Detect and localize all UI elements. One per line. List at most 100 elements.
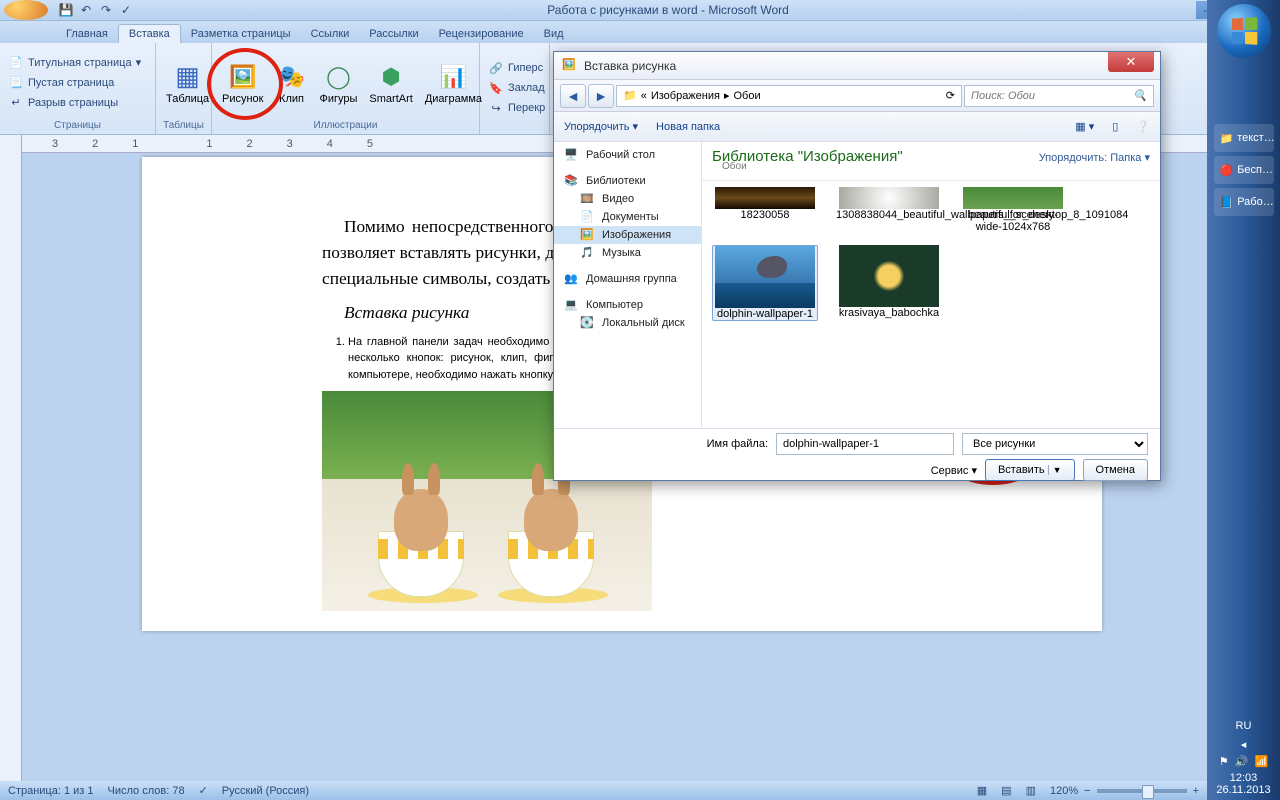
- images-icon: 🖼️: [580, 228, 596, 242]
- smartart-button[interactable]: ⬢SmartArt: [363, 59, 418, 107]
- picture-label: Рисунок: [222, 93, 264, 105]
- status-spellcheck-icon[interactable]: ✓: [199, 784, 208, 797]
- zoom-level[interactable]: 120%: [1050, 785, 1078, 797]
- video-icon: 🎞️: [580, 192, 596, 206]
- bookmark-icon: 🔖: [488, 80, 504, 96]
- sidebar-item-desktop[interactable]: 🖥️Рабочий стол: [554, 146, 701, 164]
- tab-review[interactable]: Рецензирование: [429, 25, 534, 43]
- status-page[interactable]: Страница: 1 из 1: [8, 785, 94, 797]
- bookmark-label: Заклад: [508, 82, 545, 94]
- cancel-button[interactable]: Отмена: [1083, 459, 1148, 481]
- tab-page-layout[interactable]: Разметка страницы: [181, 25, 301, 43]
- taskbar-item[interactable]: 🔴Бесп…: [1214, 156, 1274, 184]
- tab-mailings[interactable]: Рассылки: [359, 25, 428, 43]
- folder-icon: 📁: [623, 89, 637, 102]
- view-web-icon[interactable]: ▥: [1026, 784, 1036, 797]
- taskbar-item[interactable]: 📁текст…: [1214, 124, 1274, 152]
- taskbar-item[interactable]: 📘Рабо…: [1214, 188, 1274, 216]
- sidebar-item-video[interactable]: 🎞️Видео: [554, 190, 701, 208]
- crossref-icon: ↪: [488, 100, 504, 116]
- tab-references[interactable]: Ссылки: [301, 25, 360, 43]
- tab-home[interactable]: Главная: [56, 25, 118, 43]
- status-bar: Страница: 1 из 1 Число слов: 78 ✓ Русски…: [0, 781, 1207, 800]
- blank-page-button[interactable]: 📃Пустая страница: [4, 73, 145, 93]
- file-name: dolphin-wallpaper-1: [713, 308, 817, 320]
- bookmark-button[interactable]: 🔖 Заклад: [484, 78, 549, 98]
- refresh-icon[interactable]: ⟳: [946, 89, 955, 102]
- file-name: beautiful_scenery-wide-1024x768: [960, 209, 1066, 233]
- sidebar-item-homegroup[interactable]: 👥Домашняя группа: [554, 270, 701, 288]
- sidebar-item-documents[interactable]: 📄Документы: [554, 208, 701, 226]
- clip-label: Клип: [279, 93, 304, 105]
- sidebar-item-images[interactable]: 🖼️Изображения: [554, 226, 701, 244]
- search-input[interactable]: Поиск: Обои 🔍: [964, 85, 1154, 107]
- network-icon[interactable]: 📶: [1254, 755, 1268, 768]
- filename-input[interactable]: [776, 433, 954, 455]
- zoom-slider[interactable]: [1097, 789, 1187, 793]
- vertical-ruler: [0, 135, 22, 781]
- folder-icon: 📁: [1220, 132, 1234, 145]
- search-icon: 🔍: [1133, 89, 1147, 102]
- search-placeholder: Поиск: Обои: [971, 90, 1035, 102]
- zoom-in-button[interactable]: +: [1193, 785, 1199, 797]
- start-button[interactable]: [1217, 4, 1271, 58]
- nav-forward-button[interactable]: ►: [588, 84, 614, 108]
- picture-button[interactable]: 🖼️Рисунок: [216, 59, 270, 107]
- tools-dropdown[interactable]: Сервис ▾: [931, 464, 977, 477]
- flag-icon[interactable]: ⚑: [1219, 755, 1229, 768]
- qat-save-icon[interactable]: 💾: [58, 2, 74, 18]
- zoom-out-button[interactable]: −: [1084, 785, 1090, 797]
- tab-insert[interactable]: Вставка: [118, 24, 181, 43]
- blank-page-label: Пустая страница: [28, 77, 114, 89]
- sidebar-item-music[interactable]: 🎵Музыка: [554, 244, 701, 262]
- help-button[interactable]: ❔: [1136, 120, 1150, 133]
- language-indicator[interactable]: RU: [1216, 720, 1270, 732]
- tab-view[interactable]: Вид: [534, 25, 574, 43]
- hyperlink-button[interactable]: 🔗Гиперс: [484, 58, 549, 78]
- organize-button[interactable]: Упорядочить ▾: [564, 120, 638, 133]
- arrange-dropdown[interactable]: Папка ▾: [1110, 152, 1150, 164]
- page-break-button[interactable]: ↵Разрыв страницы: [4, 93, 145, 113]
- table-label: Таблица: [166, 93, 209, 105]
- clip-button[interactable]: 🎭Клип: [270, 59, 314, 107]
- breadcrumb[interactable]: 📁 « Изображения ▸ Обои ⟳: [616, 85, 962, 107]
- dialog-close-button[interactable]: ✕: [1108, 52, 1154, 72]
- breadcrumb-item[interactable]: Обои: [734, 90, 761, 102]
- shapes-label: Фигуры: [320, 93, 358, 105]
- view-reading-icon[interactable]: ▤: [1001, 784, 1011, 797]
- sidebar-item-computer[interactable]: 💻Компьютер: [554, 296, 701, 314]
- file-item-selected[interactable]: dolphin-wallpaper-1: [712, 245, 818, 321]
- status-language[interactable]: Русский (Россия): [222, 785, 309, 797]
- file-item[interactable]: 1308838044_beautiful_wallpapers_for_desk…: [836, 187, 942, 233]
- filetype-select[interactable]: Все рисунки: [962, 433, 1148, 455]
- nav-back-button[interactable]: ◄: [560, 84, 586, 108]
- chart-button[interactable]: 📊Диаграмма: [419, 59, 488, 107]
- insert-button[interactable]: Вставить▼: [985, 459, 1075, 481]
- qat-undo-icon[interactable]: ↶: [78, 2, 94, 18]
- cover-page-button[interactable]: 📄Титульная страница ▾: [4, 53, 145, 73]
- nav-pane: 🖥️Рабочий стол 📚Библиотеки 🎞️Видео 📄Доку…: [554, 142, 702, 428]
- crossref-button[interactable]: ↪Перекр: [484, 98, 549, 118]
- file-item[interactable]: 18230058: [712, 187, 818, 233]
- computer-icon: 💻: [564, 298, 580, 312]
- preview-pane-button[interactable]: ▯: [1112, 120, 1118, 133]
- view-print-layout-icon[interactable]: ▦: [977, 784, 987, 797]
- new-folder-button[interactable]: Новая папка: [656, 121, 720, 133]
- qat-redo-icon[interactable]: ↷: [98, 2, 114, 18]
- sidebar-item-libraries[interactable]: 📚Библиотеки: [554, 172, 701, 190]
- file-item[interactable]: beautiful_scenery-wide-1024x768: [960, 187, 1066, 233]
- view-options-button[interactable]: ▦ ▾: [1075, 120, 1094, 133]
- tray-expand-icon[interactable]: ◂: [1216, 738, 1270, 751]
- volume-icon[interactable]: 🔊: [1235, 755, 1249, 768]
- clip-icon: 🎭: [276, 61, 308, 93]
- shapes-button[interactable]: ◯Фигуры: [314, 59, 364, 107]
- clock-time[interactable]: 12:03: [1216, 772, 1270, 784]
- sidebar-item-local-disk[interactable]: 💽Локальный диск: [554, 314, 701, 332]
- status-word-count[interactable]: Число слов: 78: [108, 785, 185, 797]
- qat-spellcheck-icon[interactable]: ✓: [118, 2, 134, 18]
- word-icon: 📘: [1220, 196, 1234, 209]
- table-button[interactable]: ▦Таблица: [160, 59, 215, 107]
- file-item[interactable]: krasivaya_babochka: [836, 245, 942, 321]
- breadcrumb-item[interactable]: Изображения: [651, 90, 720, 102]
- office-button[interactable]: [4, 0, 48, 20]
